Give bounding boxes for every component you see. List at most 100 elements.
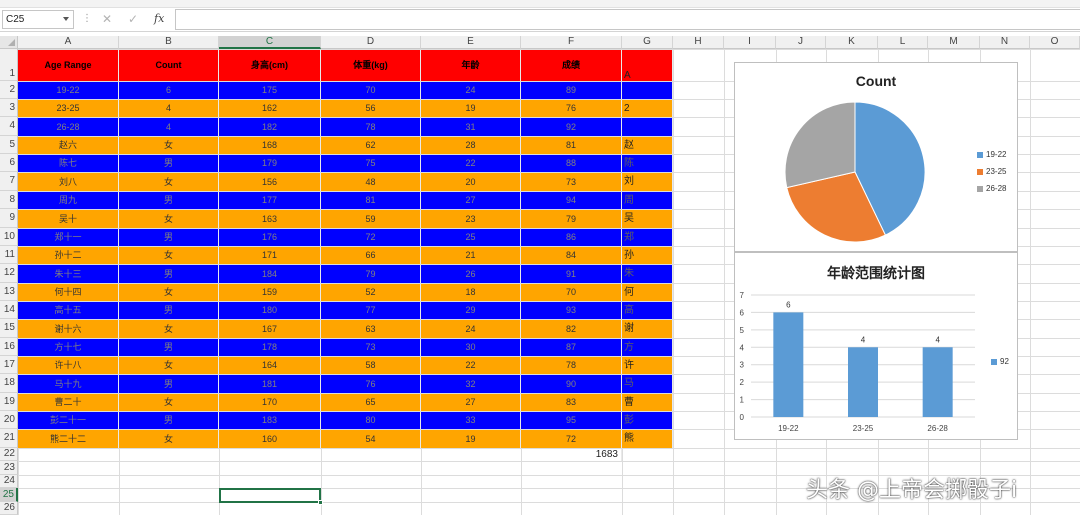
table-cell[interactable]: 90 — [521, 375, 622, 393]
formula-input[interactable] — [175, 9, 1080, 30]
table-cell[interactable]: 159 — [219, 284, 321, 301]
table-cell[interactable]: 175 — [219, 82, 321, 99]
column-header-m[interactable]: M — [928, 36, 980, 49]
table-cell[interactable]: 谢十六 — [18, 320, 119, 338]
table-cell[interactable]: 52 — [321, 284, 421, 301]
active-cell-selection[interactable] — [219, 488, 323, 505]
table-cell[interactable]: 78 — [521, 357, 622, 374]
table-cell[interactable]: 84 — [521, 247, 622, 264]
row-header-18[interactable]: 18 — [0, 374, 18, 393]
row-header-6[interactable]: 6 — [0, 154, 18, 172]
close-icon[interactable]: ✕ — [102, 12, 112, 26]
table-cell[interactable]: 163 — [219, 210, 321, 228]
column-header-i[interactable]: I — [724, 36, 776, 49]
table-cell[interactable]: 19-22 — [18, 82, 119, 99]
table-cell[interactable]: 23 — [421, 210, 521, 228]
table-cell[interactable]: 75 — [321, 155, 421, 172]
row-header-10[interactable]: 10 — [0, 228, 18, 246]
table-cell[interactable]: 马十九 — [18, 375, 119, 393]
check-icon[interactable]: ✓ — [128, 12, 138, 26]
column-g-cell[interactable]: 熊 — [622, 430, 673, 448]
bar-chart[interactable]: 年龄范围统计图 0 1 2 3 4 5 6 7 6 19-22 4 23-25 4 26-28 92 — [734, 252, 1018, 440]
table-cell[interactable]: 女 — [119, 210, 219, 228]
table-cell[interactable]: 高十五 — [18, 302, 119, 319]
table-cell[interactable]: 25 — [421, 229, 521, 246]
table-cell[interactable]: 89 — [521, 82, 622, 99]
table-cell[interactable]: 女 — [119, 247, 219, 264]
column-g-cell[interactable]: 许 — [622, 357, 673, 374]
table-cell[interactable]: 48 — [321, 173, 421, 191]
table-cell[interactable]: 女 — [119, 394, 219, 411]
row-header-22[interactable]: 22 — [0, 448, 18, 461]
column-g-cell[interactable]: 谢 — [622, 320, 673, 338]
table-cell[interactable]: 82 — [521, 320, 622, 338]
table-cell[interactable]: 22 — [421, 155, 521, 172]
table-cell[interactable]: 女 — [119, 357, 219, 374]
table-cell[interactable]: 65 — [321, 394, 421, 411]
table-cell[interactable]: 26-28 — [18, 118, 119, 136]
row-header-3[interactable]: 3 — [0, 99, 18, 117]
row-header-26[interactable]: 26 — [0, 502, 18, 515]
table-cell[interactable]: 162 — [219, 100, 321, 117]
row-header-5[interactable]: 5 — [0, 136, 18, 154]
table-cell[interactable]: 男 — [119, 375, 219, 393]
column-header-k[interactable]: K — [826, 36, 878, 49]
table-cell[interactable]: 76 — [321, 375, 421, 393]
column-g-cell[interactable]: 朱 — [622, 265, 673, 283]
column-g-cell[interactable]: 何 — [622, 284, 673, 301]
column-header-j[interactable]: J — [776, 36, 826, 49]
table-header-cell[interactable]: 体重(kg) — [321, 50, 421, 81]
table-header-cell[interactable]: 成绩 — [521, 50, 622, 81]
insert-function-icon[interactable]: fx — [154, 12, 164, 26]
sum-cell[interactable]: 1683 — [521, 449, 622, 461]
table-cell[interactable]: 28 — [421, 137, 521, 154]
table-cell[interactable]: 4 — [119, 100, 219, 117]
column-g-cell[interactable]: A — [622, 50, 673, 81]
table-cell[interactable]: 孙十二 — [18, 247, 119, 264]
column-g-cell[interactable]: 高 — [622, 302, 673, 319]
table-cell[interactable]: 刘八 — [18, 173, 119, 191]
column-g-cell[interactable]: 刘 — [622, 173, 673, 191]
table-cell[interactable]: 81 — [521, 137, 622, 154]
table-cell[interactable]: 23-25 — [18, 100, 119, 117]
table-cell[interactable]: 54 — [321, 430, 421, 448]
table-cell[interactable]: 郑十一 — [18, 229, 119, 246]
column-g-cell[interactable]: 陈 — [622, 155, 673, 172]
table-cell[interactable]: 181 — [219, 375, 321, 393]
table-cell[interactable]: 27 — [421, 192, 521, 209]
column-header-c[interactable]: C — [219, 36, 321, 49]
column-header-n[interactable]: N — [980, 36, 1030, 49]
table-cell[interactable]: 184 — [219, 265, 321, 283]
row-header-14[interactable]: 14 — [0, 301, 18, 319]
table-cell[interactable]: 男 — [119, 265, 219, 283]
table-cell[interactable]: 171 — [219, 247, 321, 264]
table-cell[interactable]: 男 — [119, 412, 219, 429]
table-cell[interactable]: 朱十三 — [18, 265, 119, 283]
table-cell[interactable]: 70 — [521, 284, 622, 301]
table-cell[interactable]: 178 — [219, 339, 321, 356]
table-cell[interactable]: 吴十 — [18, 210, 119, 228]
table-cell[interactable]: 95 — [521, 412, 622, 429]
row-header-17[interactable]: 17 — [0, 356, 18, 374]
table-cell[interactable]: 76 — [521, 100, 622, 117]
table-cell[interactable]: 72 — [321, 229, 421, 246]
table-cell[interactable]: 73 — [321, 339, 421, 356]
table-cell[interactable]: 赵六 — [18, 137, 119, 154]
table-cell[interactable]: 19 — [421, 430, 521, 448]
more-options-icon[interactable]: ⋮ — [82, 12, 92, 26]
row-header-2[interactable]: 2 — [0, 81, 18, 99]
table-cell[interactable]: 79 — [321, 265, 421, 283]
table-cell[interactable]: 81 — [321, 192, 421, 209]
table-cell[interactable]: 182 — [219, 118, 321, 136]
column-g-cell[interactable] — [622, 118, 673, 136]
row-header-12[interactable]: 12 — [0, 264, 18, 283]
table-cell[interactable]: 陈七 — [18, 155, 119, 172]
column-g-cell[interactable]: 彭 — [622, 412, 673, 429]
column-header-l[interactable]: L — [878, 36, 928, 49]
table-cell[interactable]: 156 — [219, 173, 321, 191]
table-header-cell[interactable]: 身高(cm) — [219, 50, 321, 81]
column-g-cell[interactable]: 方 — [622, 339, 673, 356]
table-header-cell[interactable]: 年龄 — [421, 50, 521, 81]
column-g-cell[interactable]: 马 — [622, 375, 673, 393]
row-header-21[interactable]: 21 — [0, 429, 18, 448]
